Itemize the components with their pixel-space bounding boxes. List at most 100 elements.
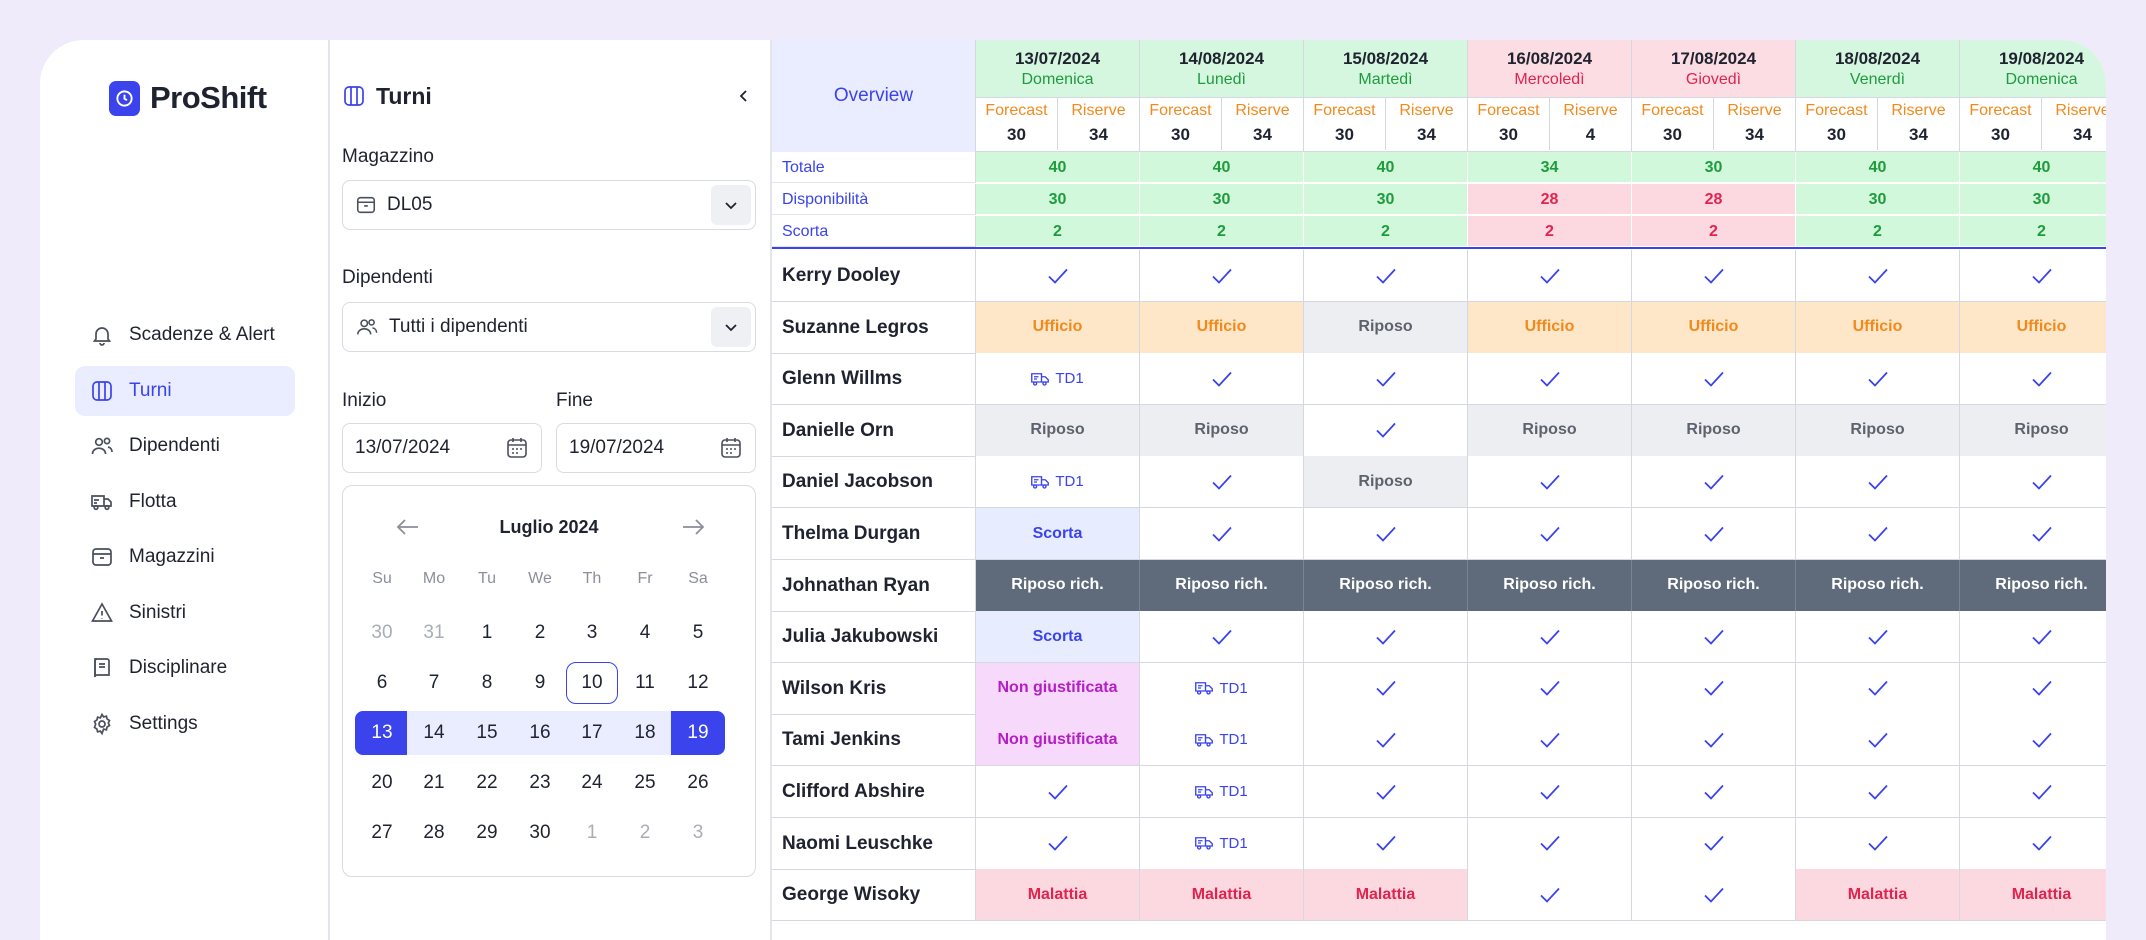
calendar-day[interactable]: 18: [618, 711, 672, 755]
shift-cell-malattia[interactable]: Malattia: [1796, 869, 1960, 922]
calendar-day[interactable]: 13: [355, 711, 409, 755]
shift-cell-non-giust[interactable]: Non giustificata: [976, 714, 1140, 767]
shift-cell-check[interactable]: [1304, 250, 1468, 302]
shift-cell-check[interactable]: [1960, 766, 2106, 818]
shift-cell-check[interactable]: [1960, 714, 2106, 767]
shift-cell-check[interactable]: [1304, 714, 1468, 767]
calendar-day[interactable]: 31: [407, 611, 461, 655]
overview-button[interactable]: Overview: [772, 40, 976, 152]
shift-cell-check[interactable]: [1140, 456, 1304, 509]
shift-cell-ufficio[interactable]: Ufficio: [1140, 301, 1304, 354]
shift-cell-ufficio[interactable]: Ufficio: [1632, 301, 1796, 354]
shift-cell-check[interactable]: [1468, 869, 1632, 922]
calendar-day[interactable]: 25: [618, 761, 672, 805]
employee-name[interactable]: Julia Jakubowski: [772, 611, 976, 664]
shift-cell-malattia[interactable]: Malattia: [1960, 869, 2106, 922]
calendar-day[interactable]: 23: [513, 761, 567, 805]
employee-name[interactable]: Danielle Orn: [772, 404, 976, 457]
calendar-day[interactable]: 17: [565, 711, 619, 755]
employee-name[interactable]: Thelma Durgan: [772, 508, 976, 560]
shift-cell-check[interactable]: [1796, 456, 1960, 509]
shift-cell-riposo[interactable]: Riposo: [1304, 456, 1468, 509]
calendar-day[interactable]: 29: [460, 811, 514, 855]
shift-cell-check[interactable]: [1796, 817, 1960, 870]
calendar-day[interactable]: 15: [460, 711, 514, 755]
shift-cell-check[interactable]: [1960, 662, 2106, 715]
shift-cell-ufficio[interactable]: Ufficio: [1960, 301, 2106, 354]
shift-cell-check[interactable]: [1632, 250, 1796, 302]
shift-cell-check[interactable]: [1304, 611, 1468, 664]
shift-cell-check[interactable]: [1632, 353, 1796, 406]
shift-cell-ufficio[interactable]: Ufficio: [1796, 301, 1960, 354]
shift-cell-check[interactable]: [1960, 250, 2106, 302]
calendar-day[interactable]: 8: [460, 661, 514, 705]
chevron-down-icon[interactable]: [711, 185, 751, 225]
shift-cell-check[interactable]: [1960, 817, 2106, 870]
sidebar-item-dipendenti[interactable]: Dipendenti: [75, 421, 295, 471]
logo[interactable]: ProShift: [109, 80, 267, 116]
shift-cell-check[interactable]: [1796, 508, 1960, 560]
sidebar-item-settings[interactable]: Settings: [75, 699, 295, 749]
shift-cell-check[interactable]: [1796, 353, 1960, 406]
calendar-day[interactable]: 24: [565, 761, 619, 805]
shift-cell-check[interactable]: [1796, 662, 1960, 715]
shift-cell-check[interactable]: [1304, 353, 1468, 406]
sidebar-item-flotta[interactable]: Flotta: [75, 477, 295, 527]
shift-cell-check[interactable]: [1304, 662, 1468, 715]
shift-cell-riposo[interactable]: Riposo: [1140, 404, 1304, 457]
shift-cell-check[interactable]: [1632, 508, 1796, 560]
shift-cell-malattia[interactable]: Malattia: [1140, 869, 1304, 922]
shift-cell-ufficio[interactable]: Ufficio: [1468, 301, 1632, 354]
employee-name[interactable]: Suzanne Legros: [772, 301, 976, 354]
calendar-day[interactable]: 19: [671, 711, 725, 755]
shift-cell-check[interactable]: [1960, 456, 2106, 509]
shift-cell-check[interactable]: [1468, 250, 1632, 302]
shift-cell-riposo[interactable]: Riposo: [1632, 404, 1796, 457]
shift-cell-check[interactable]: [976, 817, 1140, 870]
shift-cell-malattia[interactable]: Malattia: [1304, 869, 1468, 922]
calendar-day[interactable]: 26: [671, 761, 725, 805]
calendar-day[interactable]: 12: [671, 661, 725, 705]
calendar-day[interactable]: 28: [407, 811, 461, 855]
shift-cell-riposo-rich[interactable]: Riposo rich.: [1468, 559, 1632, 612]
shift-cell-td1[interactable]: TD1: [1140, 662, 1304, 715]
shift-cell-check[interactable]: [1140, 611, 1304, 664]
calendar-day[interactable]: 3: [565, 611, 619, 655]
shift-cell-check[interactable]: [1468, 714, 1632, 767]
shift-cell-check[interactable]: [1304, 817, 1468, 870]
shift-cell-check[interactable]: [1796, 714, 1960, 767]
shift-cell-check[interactable]: [1468, 766, 1632, 818]
employee-name[interactable]: Wilson Kris: [772, 662, 976, 715]
calendar-day[interactable]: 2: [513, 611, 567, 655]
shift-cell-check[interactable]: [1304, 766, 1468, 818]
shift-cell-riposo[interactable]: Riposo: [1960, 404, 2106, 457]
warehouse-select[interactable]: DL05: [342, 180, 756, 230]
calendar-day[interactable]: 2: [618, 811, 672, 855]
calendar-day[interactable]: 6: [355, 661, 409, 705]
shift-cell-riposo-rich[interactable]: Riposo rich.: [1632, 559, 1796, 612]
calendar-day[interactable]: 30: [355, 611, 409, 655]
shift-cell-check[interactable]: [1468, 662, 1632, 715]
shift-cell-check[interactable]: [1632, 869, 1796, 922]
shift-cell-check[interactable]: [1468, 817, 1632, 870]
shift-cell-check[interactable]: [976, 250, 1140, 302]
shift-cell-check[interactable]: [1632, 817, 1796, 870]
calendar-day[interactable]: 27: [355, 811, 409, 855]
calendar-day[interactable]: 16: [513, 711, 567, 755]
calendar-icon[interactable]: [505, 436, 529, 460]
shift-cell-check[interactable]: [1304, 508, 1468, 560]
shift-cell-check[interactable]: [1140, 250, 1304, 302]
calendar-day[interactable]: 7: [407, 661, 461, 705]
shift-cell-scorta[interactable]: Scorta: [976, 508, 1140, 560]
shift-cell-riposo-rich[interactable]: Riposo rich.: [1304, 559, 1468, 612]
calendar-day[interactable]: 9: [513, 661, 567, 705]
shift-cell-check[interactable]: [1468, 611, 1632, 664]
employee-name[interactable]: George Wisoky: [772, 869, 976, 922]
employee-name[interactable]: Kerry Dooley: [772, 250, 976, 302]
shift-cell-check[interactable]: [1796, 250, 1960, 302]
employee-name[interactable]: Tami Jenkins: [772, 714, 976, 767]
shift-cell-check[interactable]: [1796, 611, 1960, 664]
shift-cell-non-giust[interactable]: Non giustificata: [976, 662, 1140, 715]
shift-cell-td1[interactable]: TD1: [976, 353, 1140, 406]
shift-cell-riposo[interactable]: Riposo: [1796, 404, 1960, 457]
